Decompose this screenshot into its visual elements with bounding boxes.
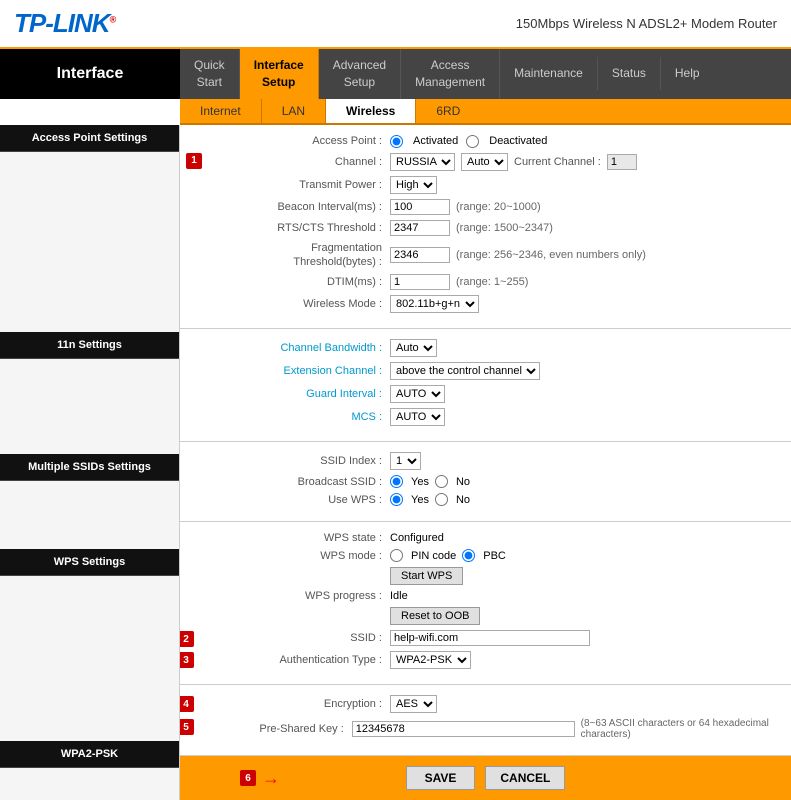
frag-range: (range: 256~2346, even numbers only): [456, 249, 646, 261]
logo: TP-LINK®: [14, 8, 115, 39]
frag-label: FragmentationThreshold(bytes) :: [200, 241, 390, 270]
ssid-input[interactable]: [390, 630, 590, 646]
ssid-label: SSID :: [200, 632, 390, 644]
annotation-2: 2: [180, 631, 194, 647]
broadcast-ssid-label: Broadcast SSID :: [200, 476, 390, 488]
nav-item-help[interactable]: Help: [661, 57, 714, 90]
subnav-internet[interactable]: Internet: [180, 99, 262, 123]
pbc-label: PBC: [483, 550, 506, 562]
device-name: 150Mbps Wireless N ADSL2+ Modem Router: [516, 16, 777, 31]
mcs-label: MCS :: [200, 411, 390, 423]
wps-progress-value: Idle: [390, 590, 408, 602]
wireless-mode-select[interactable]: 802.11b+g+n: [390, 295, 479, 313]
wps-state-label: WPS state :: [200, 532, 390, 544]
nav-sidebar: Interface: [0, 49, 180, 99]
logo-reg: ®: [110, 14, 116, 24]
subnav-6rd[interactable]: 6RD: [416, 99, 480, 123]
access-point-activated-radio[interactable]: [390, 135, 403, 148]
annotation-3: 3: [180, 652, 194, 668]
pre-shared-input[interactable]: [352, 721, 575, 737]
broadcast-yes-label: Yes: [411, 476, 429, 488]
reset-oob-button[interactable]: Reset to OOB: [390, 607, 480, 625]
broadcast-no-radio[interactable]: [435, 475, 448, 488]
mcs-select[interactable]: AUTO: [390, 408, 445, 426]
wps-yes-label: Yes: [411, 494, 429, 506]
annotation-1: 1: [186, 153, 202, 169]
use-wps-label: Use WPS :: [200, 494, 390, 506]
channel-bw-label: Channel Bandwidth :: [200, 342, 390, 354]
channel-label: Channel :: [200, 156, 390, 168]
beacon-range: (range: 20~1000): [456, 201, 541, 213]
wps-state-value: Configured: [390, 532, 444, 544]
nav-item-quick-start[interactable]: QuickStart: [180, 49, 240, 99]
nav-item-interface-setup[interactable]: InterfaceSetup: [240, 49, 319, 99]
pre-shared-hint: (8~63 ASCII characters or 64 hexadecimal…: [581, 718, 771, 740]
transmit-power-select[interactable]: High: [390, 176, 437, 194]
ssid-index-label: SSID Index :: [200, 455, 390, 467]
current-channel-input[interactable]: [607, 154, 637, 170]
broadcast-no-label: No: [456, 476, 470, 488]
current-channel-label: Current Channel :: [514, 156, 601, 168]
access-point-label: Access Point :: [200, 135, 390, 147]
pin-code-label: PIN code: [411, 550, 456, 562]
frag-input[interactable]: [390, 247, 450, 263]
nav-item-maintenance[interactable]: Maintenance: [500, 57, 598, 90]
transmit-power-label: Transmit Power :: [200, 179, 390, 191]
pin-code-radio[interactable]: [390, 549, 403, 562]
subnav-lan[interactable]: LAN: [262, 99, 326, 123]
wps-yes-radio[interactable]: [390, 493, 403, 506]
guard-interval-label: Guard Interval :: [200, 388, 390, 400]
sidebar-section-access-point: Access Point Settings: [0, 125, 179, 152]
start-wps-button[interactable]: Start WPS: [390, 567, 463, 585]
encryption-label: Encryption :: [200, 698, 390, 710]
sidebar-section-multiple-ssids: Multiple SSIDs Settings: [0, 454, 179, 481]
auth-type-select[interactable]: WPA2-PSK: [390, 651, 471, 669]
guard-interval-select[interactable]: AUTO: [390, 385, 445, 403]
annotation-4: 4: [180, 696, 194, 712]
dtim-range: (range: 1~255): [456, 276, 528, 288]
rts-range: (range: 1500~2347): [456, 222, 553, 234]
rts-label: RTS/CTS Threshold :: [200, 222, 390, 234]
dtim-input[interactable]: [390, 274, 450, 290]
sidebar-section-wpa2: WPA2-PSK: [0, 741, 179, 768]
wps-no-radio[interactable]: [435, 493, 448, 506]
cancel-button[interactable]: CANCEL: [485, 766, 565, 790]
extension-ch-label: Extension Channel :: [200, 365, 390, 377]
extension-ch-select[interactable]: above the control channel: [390, 362, 540, 380]
nav-item-advanced-setup[interactable]: AdvancedSetup: [319, 49, 401, 99]
access-point-deactivated-radio[interactable]: [466, 135, 479, 148]
ssid-index-select[interactable]: 1: [390, 452, 421, 470]
wps-progress-label: WPS progress :: [200, 590, 390, 602]
beacon-label: Beacon Interval(ms) :: [200, 201, 390, 213]
encryption-select[interactable]: AES: [390, 695, 437, 713]
deactivated-label: Deactivated: [489, 135, 547, 147]
wps-no-label: No: [456, 494, 470, 506]
nav-item-status[interactable]: Status: [598, 57, 661, 90]
save-button[interactable]: SAVE: [406, 766, 476, 790]
beacon-input[interactable]: [390, 199, 450, 215]
auth-type-label: Authentication Type :: [200, 654, 390, 666]
rts-input[interactable]: [390, 220, 450, 236]
pre-shared-label: Pre-Shared Key :: [200, 723, 352, 735]
sidebar-section-11n: 11n Settings: [0, 332, 179, 359]
wps-mode-label: WPS mode :: [200, 550, 390, 562]
activated-label: Activated: [413, 135, 458, 147]
wireless-mode-label: Wireless Mode :: [200, 298, 390, 310]
annotation-5: 5: [180, 719, 194, 735]
channel-select[interactable]: RUSSIA: [390, 153, 455, 171]
channel-bw-select[interactable]: Auto: [390, 339, 437, 357]
dtim-label: DTIM(ms) :: [200, 276, 390, 288]
sidebar-section-wps: WPS Settings: [0, 549, 179, 576]
nav-item-access-management[interactable]: AccessManagement: [401, 49, 500, 99]
subnav-wireless[interactable]: Wireless: [326, 99, 416, 123]
pbc-radio[interactable]: [462, 549, 475, 562]
annotation-6: 6 →: [240, 768, 280, 789]
broadcast-yes-radio[interactable]: [390, 475, 403, 488]
channel-auto-select[interactable]: Auto: [461, 153, 508, 171]
